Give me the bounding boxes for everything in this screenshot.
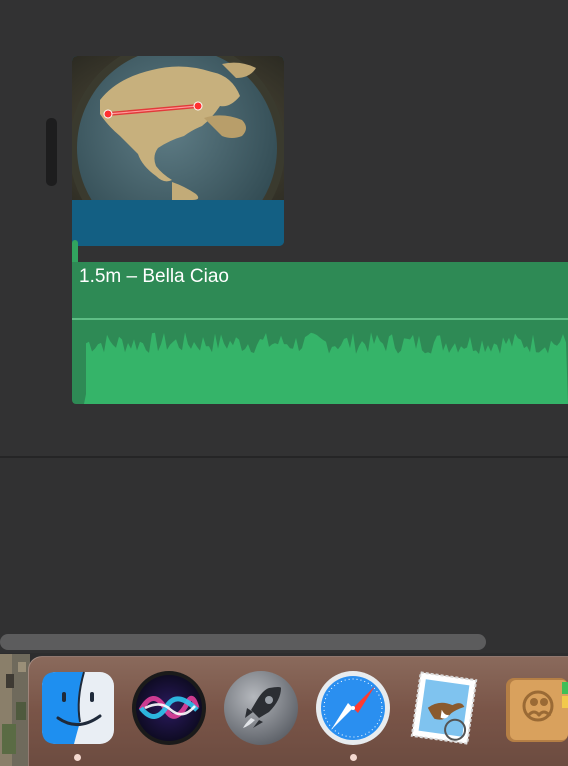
video-clip[interactable] <box>72 56 284 246</box>
globe-map-thumbnail <box>72 56 284 200</box>
audio-connector <box>72 240 78 264</box>
video-clip-band <box>72 200 284 246</box>
playhead-handle[interactable] <box>46 118 57 186</box>
audio-clip[interactable]: 1.5m – Bella Ciao <box>72 262 568 404</box>
finder-icon[interactable] <box>40 670 116 746</box>
safari-icon[interactable] <box>315 670 391 746</box>
desktop-wallpaper-strip <box>0 654 30 766</box>
finder-running-indicator <box>74 754 81 761</box>
audio-clip-title: 1.5m – Bella Ciao <box>79 266 229 287</box>
empty-track-area <box>0 458 568 653</box>
launchpad-icon[interactable] <box>223 670 299 746</box>
contacts-icon[interactable] <box>500 670 568 746</box>
horizontal-scrollbar[interactable] <box>0 634 486 650</box>
mail-icon[interactable] <box>406 670 482 746</box>
safari-running-indicator <box>350 754 357 761</box>
siri-icon[interactable] <box>131 670 207 746</box>
audio-waveform <box>84 332 568 404</box>
